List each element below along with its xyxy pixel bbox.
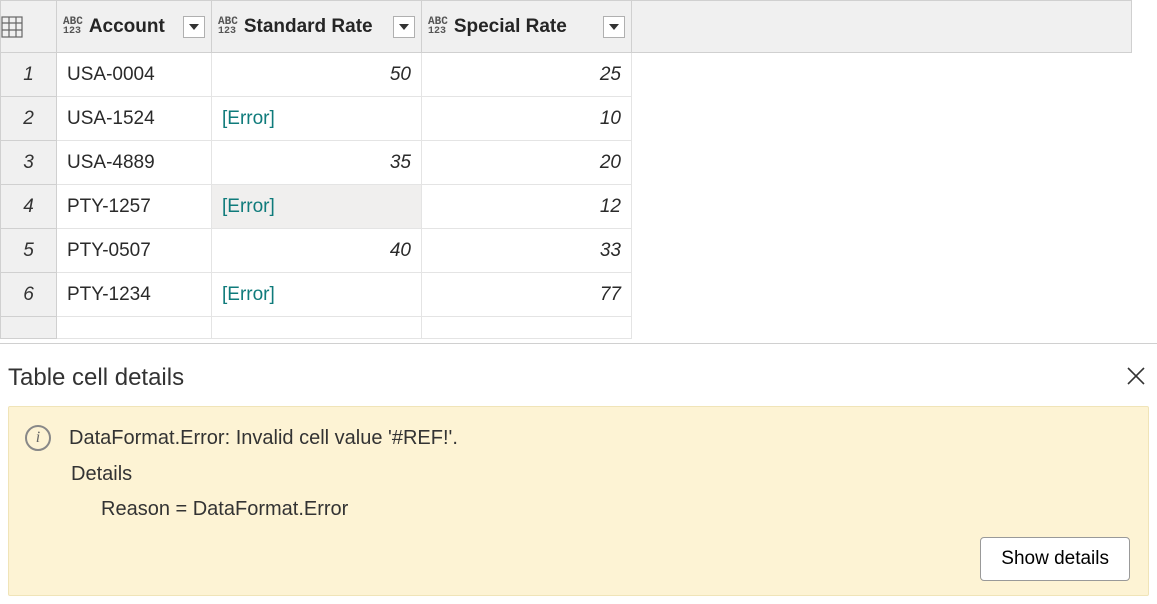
table-row[interactable]: 4PTY-1257[Error]12 — [1, 185, 1132, 229]
cell-account[interactable]: USA-0004 — [57, 53, 212, 97]
row-number[interactable]: 2 — [1, 97, 57, 141]
details-title: Table cell details — [8, 364, 184, 392]
header-filler — [632, 1, 1132, 53]
row-number[interactable]: 5 — [1, 229, 57, 273]
cell-special-rate[interactable]: 20 — [422, 141, 632, 185]
column-header-special-rate[interactable]: ABC123 Special Rate — [422, 1, 632, 53]
cell-account[interactable]: USA-1524 — [57, 97, 212, 141]
table-row[interactable]: 6PTY-1234[Error]77 — [1, 273, 1132, 317]
column-filter-button[interactable] — [603, 16, 625, 38]
empty-cell — [57, 317, 212, 339]
close-icon — [1127, 367, 1145, 385]
data-table: ABC123 Account ABC123 Standard Rate — [0, 0, 1157, 344]
row-number[interactable]: 1 — [1, 53, 57, 97]
cell-standard-rate[interactable]: 35 — [212, 141, 422, 185]
cell-account[interactable]: USA-4889 — [57, 141, 212, 185]
column-label: Account — [89, 16, 165, 38]
cell-account[interactable]: PTY-1257 — [57, 185, 212, 229]
table-row[interactable]: 2USA-1524[Error]10 — [1, 97, 1132, 141]
table-row[interactable]: 5PTY-05074033 — [1, 229, 1132, 273]
column-label: Standard Rate — [244, 16, 373, 38]
show-details-button[interactable]: Show details — [980, 537, 1130, 581]
cell-special-rate[interactable]: 10 — [422, 97, 632, 141]
cell-special-rate[interactable]: 25 — [422, 53, 632, 97]
table-row[interactable]: 1USA-00045025 — [1, 53, 1132, 97]
table-corner[interactable] — [1, 1, 57, 53]
cell-details-panel: Table cell details i DataFormat.Error: I… — [0, 344, 1157, 604]
row-number[interactable]: 6 — [1, 273, 57, 317]
column-label: Special Rate — [454, 16, 567, 38]
cell-account[interactable]: PTY-1234 — [57, 273, 212, 317]
table-row[interactable]: 3USA-48893520 — [1, 141, 1132, 185]
column-filter-button[interactable] — [183, 16, 205, 38]
details-label: Details — [71, 463, 1132, 486]
warning-box: i DataFormat.Error: Invalid cell value '… — [8, 406, 1149, 596]
chevron-down-icon — [609, 24, 619, 30]
cell-standard-rate[interactable]: 50 — [212, 53, 422, 97]
column-header-account[interactable]: ABC123 Account — [57, 1, 212, 53]
column-header-standard-rate[interactable]: ABC123 Standard Rate — [212, 1, 422, 53]
close-button[interactable] — [1123, 360, 1149, 396]
datatype-any-icon: ABC123 — [218, 17, 238, 37]
column-filter-button[interactable] — [393, 16, 415, 38]
cell-standard-rate[interactable]: [Error] — [212, 97, 422, 141]
chevron-down-icon — [189, 24, 199, 30]
row-number[interactable]: 3 — [1, 141, 57, 185]
cell-account[interactable]: PTY-0507 — [57, 229, 212, 273]
row-number-empty — [1, 317, 57, 339]
cell-special-rate[interactable]: 33 — [422, 229, 632, 273]
info-icon: i — [25, 425, 51, 451]
empty-cell — [422, 317, 632, 339]
error-reason: Reason = DataFormat.Error — [101, 498, 1132, 521]
datatype-any-icon: ABC123 — [63, 17, 83, 37]
cell-special-rate[interactable]: 12 — [422, 185, 632, 229]
cell-standard-rate[interactable]: [Error] — [212, 273, 422, 317]
table-icon — [1, 16, 23, 38]
cell-standard-rate[interactable]: [Error] — [212, 185, 422, 229]
datatype-any-icon: ABC123 — [428, 17, 448, 37]
cell-special-rate[interactable]: 77 — [422, 273, 632, 317]
error-message: DataFormat.Error: Invalid cell value '#R… — [69, 427, 458, 450]
row-number[interactable]: 4 — [1, 185, 57, 229]
cell-standard-rate[interactable]: 40 — [212, 229, 422, 273]
chevron-down-icon — [399, 24, 409, 30]
empty-cell — [212, 317, 422, 339]
